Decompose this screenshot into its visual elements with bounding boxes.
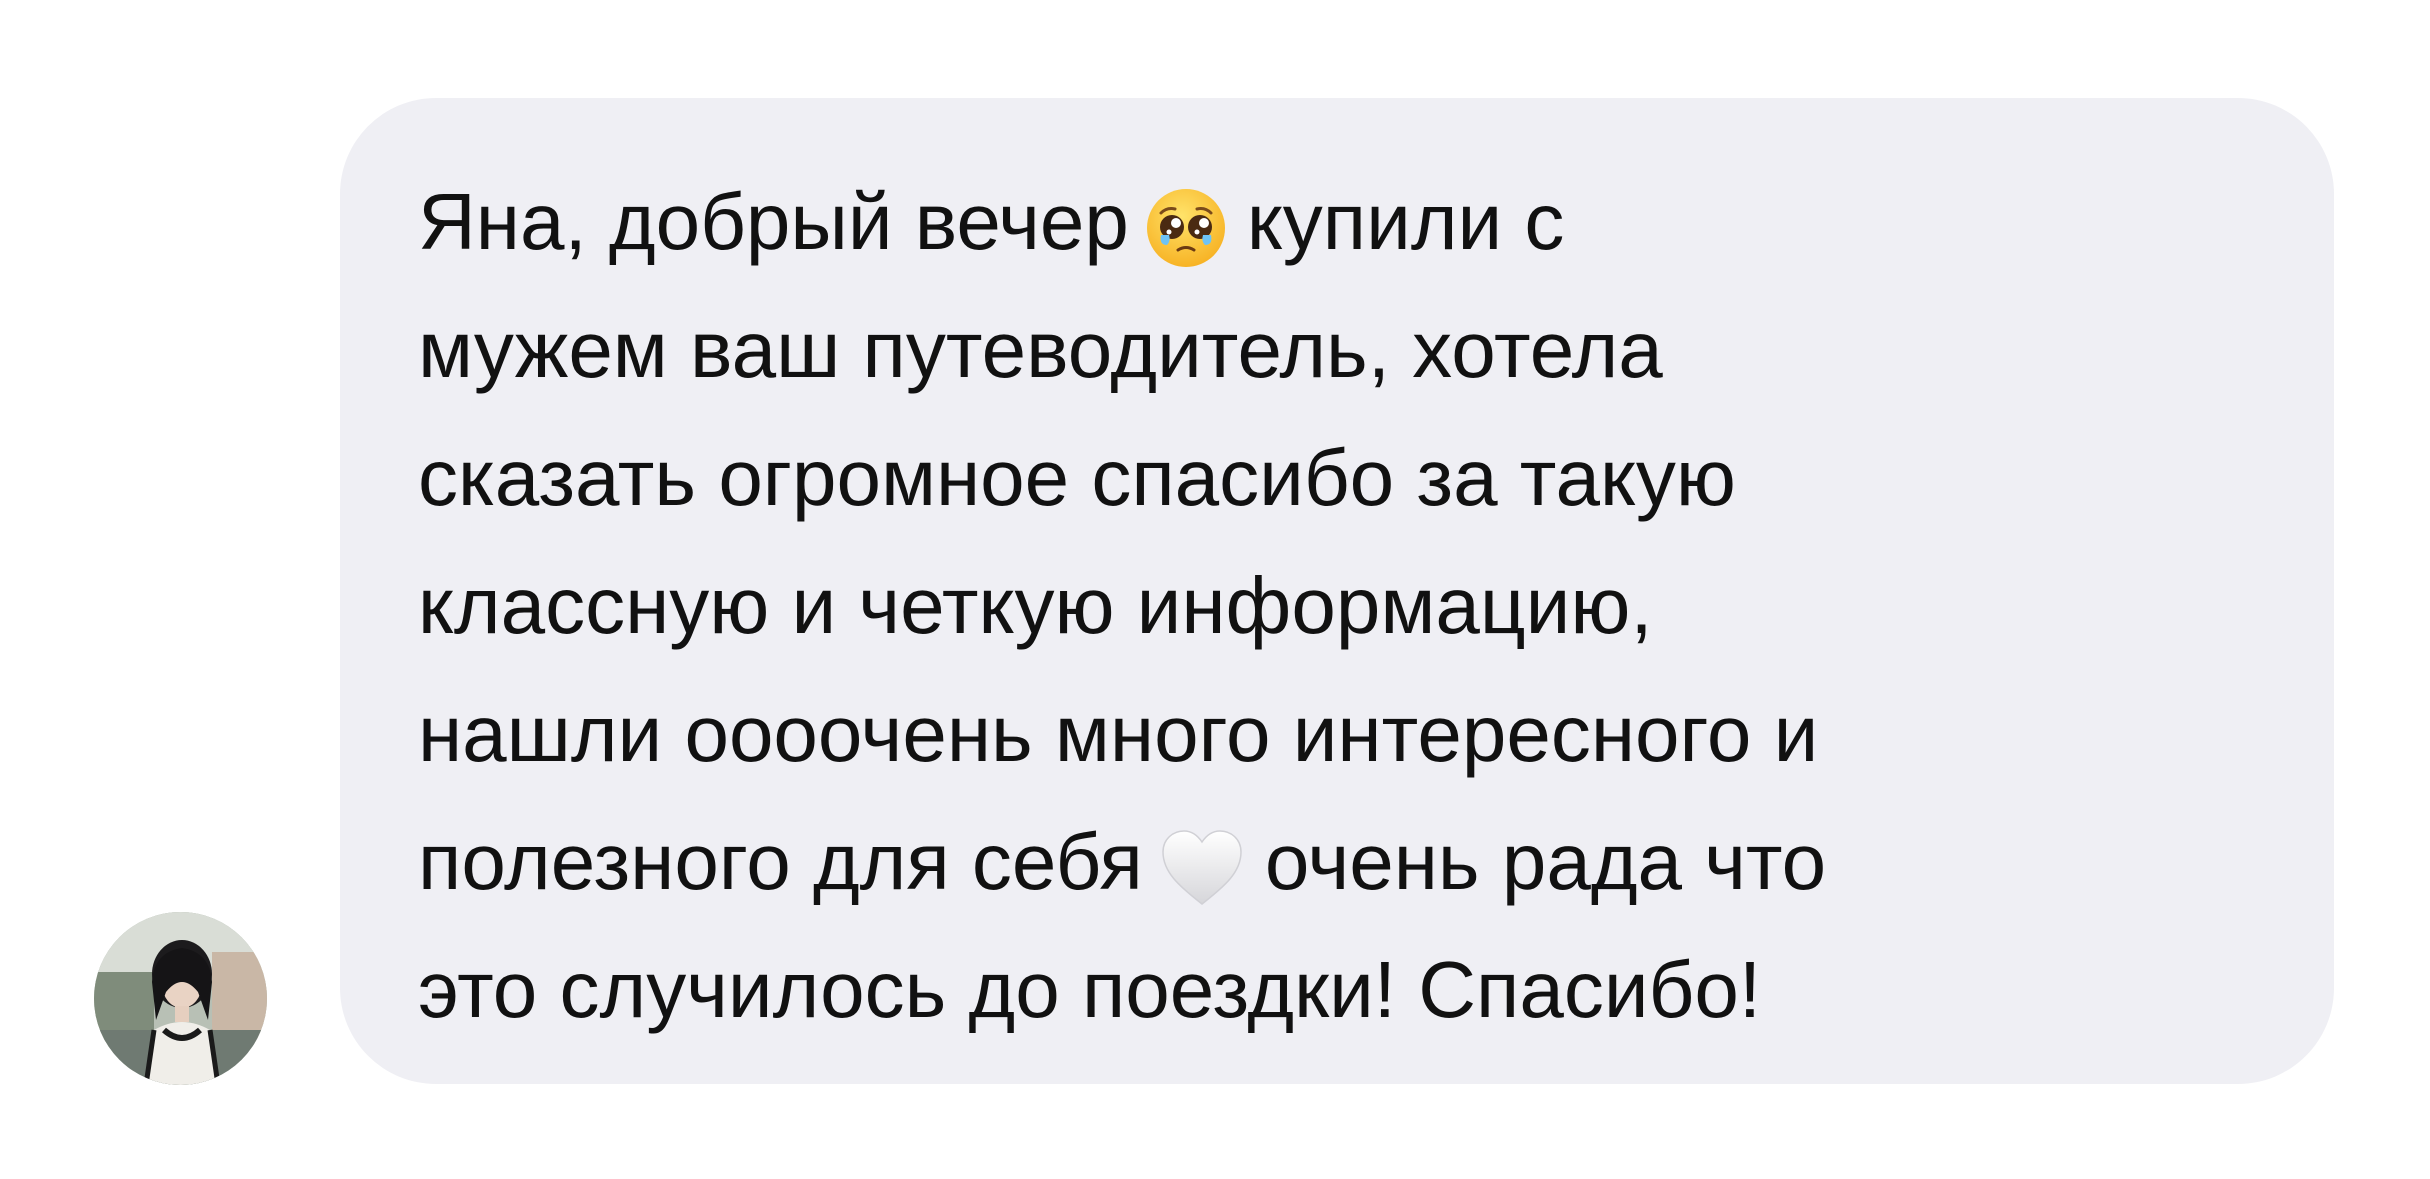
message-line: это случилось до поездки! Спасибо! <box>418 926 2254 1054</box>
message-line: полезного для себя очень рада что <box>418 798 2254 926</box>
message-text: очень рада что <box>1264 817 1827 906</box>
message-text: это случилось до поездки! Спасибо! <box>418 945 1762 1034</box>
message-text: мужем ваш путеводитель, хотела <box>418 305 1663 394</box>
message-text: классную и четкую информацию, <box>418 561 1653 650</box>
white-heart-icon <box>1159 828 1245 908</box>
message-text: нашли оооочень много интересного и <box>418 689 1819 778</box>
message-text: купили с <box>1246 177 1565 266</box>
message-text: Яна, добрый вечер <box>418 177 1129 266</box>
message-line: нашли оооочень много интересного и <box>418 670 2254 798</box>
message-bubble[interactable]: Яна, добрый вечер купили с мужем ваш пут… <box>340 98 2334 1084</box>
message-text: сказать огромное спасибо за такую <box>418 433 1736 522</box>
user-avatar-photo <box>94 912 267 1085</box>
sender-avatar[interactable] <box>94 912 267 1085</box>
message-line: Яна, добрый вечер купили с <box>418 158 2254 286</box>
message-text: полезного для себя <box>418 817 1143 906</box>
message-line: классную и четкую информацию, <box>418 542 2254 670</box>
pleading-face-icon <box>1145 187 1227 269</box>
message-line: мужем ваш путеводитель, хотела <box>418 286 2254 414</box>
message-line: сказать огромное спасибо за такую <box>418 414 2254 542</box>
